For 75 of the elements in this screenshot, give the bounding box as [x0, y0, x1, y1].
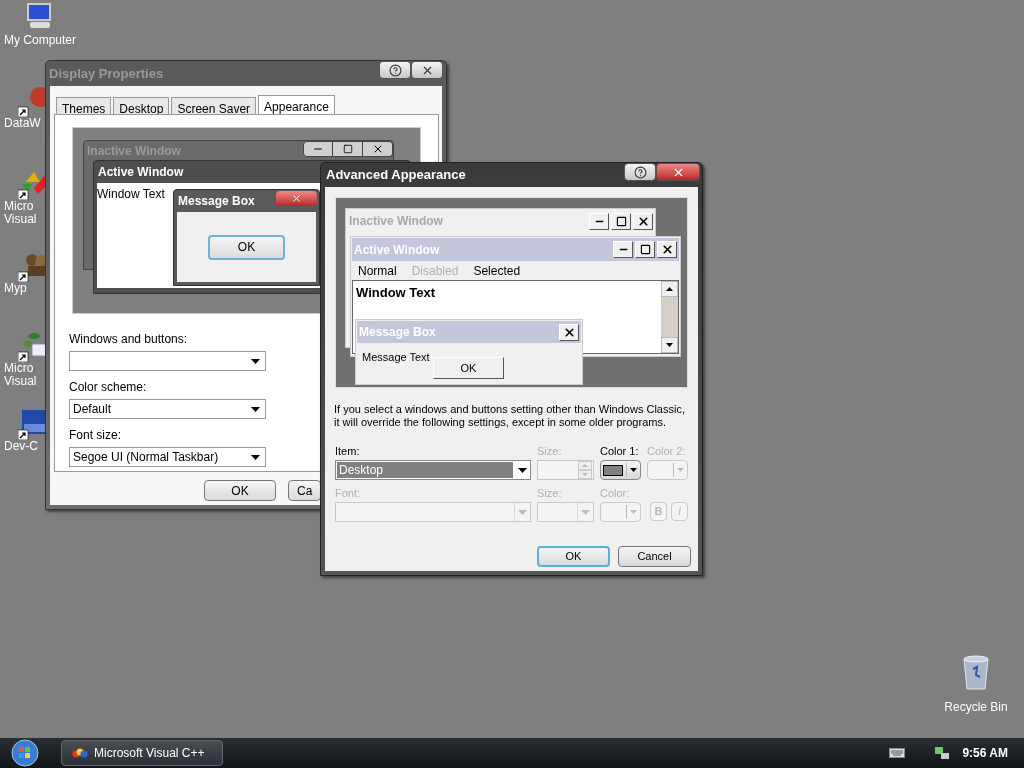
caret-icon — [251, 454, 260, 460]
icon-label: Micro Visual — [4, 200, 38, 226]
field-label: Color 2: — [647, 445, 686, 457]
recycle-bin-icon[interactable] — [961, 655, 991, 691]
field-label: Item: — [335, 445, 360, 457]
cancel-button[interactable]: Cancel — [618, 546, 691, 567]
window-title: Active Window — [354, 241, 440, 259]
network-icon[interactable] — [934, 745, 951, 761]
maximize-icon — [611, 212, 631, 230]
maximize-icon — [342, 144, 353, 154]
window-title: Message Box — [359, 324, 436, 341]
field-label: Size: — [537, 487, 562, 499]
window-text: Window Text — [97, 186, 165, 203]
ok-button[interactable]: OK — [204, 480, 276, 501]
icon-label: Recycle Bin — [944, 699, 1008, 716]
icon-label: DataW — [4, 117, 42, 130]
window-text: Window Text — [356, 285, 436, 300]
color-swatch — [603, 464, 623, 476]
scroll-up-icon — [661, 281, 678, 297]
close-button[interactable] — [656, 163, 700, 181]
note-text: If you select a windows and buttons setting other than Windows Classic, it will override the following settings, except in some older programs. — [334, 403, 686, 429]
dropdown[interactable] — [69, 351, 266, 371]
caret-icon — [518, 509, 527, 515]
dropdown[interactable]: Segoe UI (Normal Taskbar) — [69, 447, 266, 467]
help-button[interactable] — [379, 61, 411, 79]
start-button[interactable] — [10, 738, 40, 768]
minimize-icon — [589, 212, 609, 230]
caret-icon — [630, 468, 637, 472]
cancel-button[interactable]: Ca — [288, 480, 321, 501]
close-icon — [657, 241, 677, 258]
window-title: Display Properties — [49, 64, 164, 83]
tab[interactable]: Appearance — [258, 95, 335, 117]
message-text: Message Text — [362, 350, 430, 365]
caret-icon — [630, 510, 637, 514]
window-title: Message Box — [178, 193, 255, 210]
field-label: Size: — [537, 445, 562, 457]
field-label: Color 1: — [600, 445, 639, 457]
caret-icon — [677, 468, 684, 472]
minimize-icon — [613, 241, 633, 258]
close-icon — [559, 323, 579, 341]
app-icon — [72, 747, 88, 759]
icon-label: Myp — [4, 282, 28, 295]
maximize-icon — [635, 241, 655, 258]
taskbar-button[interactable]: Microsoft Visual C++ — [61, 740, 223, 766]
help-icon — [633, 165, 647, 179]
caret-icon — [251, 358, 260, 364]
icon-label: Micro Visual — [4, 362, 38, 388]
window-title: Active Window — [98, 164, 184, 181]
spin-arrows-icon — [578, 461, 592, 479]
color-picker[interactable] — [600, 460, 641, 480]
dropdown[interactable]: Default — [69, 399, 266, 419]
caret-icon — [251, 406, 260, 412]
window-title: Advanced Appearance — [326, 166, 466, 185]
close-icon — [276, 191, 317, 206]
field-label: Color: — [600, 487, 630, 499]
field-label: Color scheme: — [69, 379, 148, 396]
field-label: Font size: — [69, 427, 123, 444]
close-icon — [633, 212, 653, 230]
help-icon — [388, 63, 402, 77]
help-button[interactable] — [624, 163, 656, 181]
field-label: Font: — [335, 487, 361, 499]
scroll-down-icon — [661, 337, 678, 353]
ok-button[interactable]: OK — [537, 546, 610, 567]
menu-item: Disabled — [411, 263, 459, 280]
close-button[interactable] — [411, 61, 443, 79]
dropdown[interactable]: Desktop — [335, 460, 531, 480]
icon-label: Dev-C — [4, 440, 39, 453]
window-title: Inactive Window — [349, 213, 443, 230]
plant-icon[interactable] — [18, 330, 45, 362]
clock[interactable]: 9:56 AM — [962, 744, 1008, 762]
keyboard-icon[interactable] — [889, 748, 906, 758]
icon-label: My Computer — [4, 34, 76, 47]
field-label: Windows and buttons: — [69, 331, 189, 348]
caret-icon — [581, 509, 590, 515]
caret-icon — [517, 467, 527, 473]
